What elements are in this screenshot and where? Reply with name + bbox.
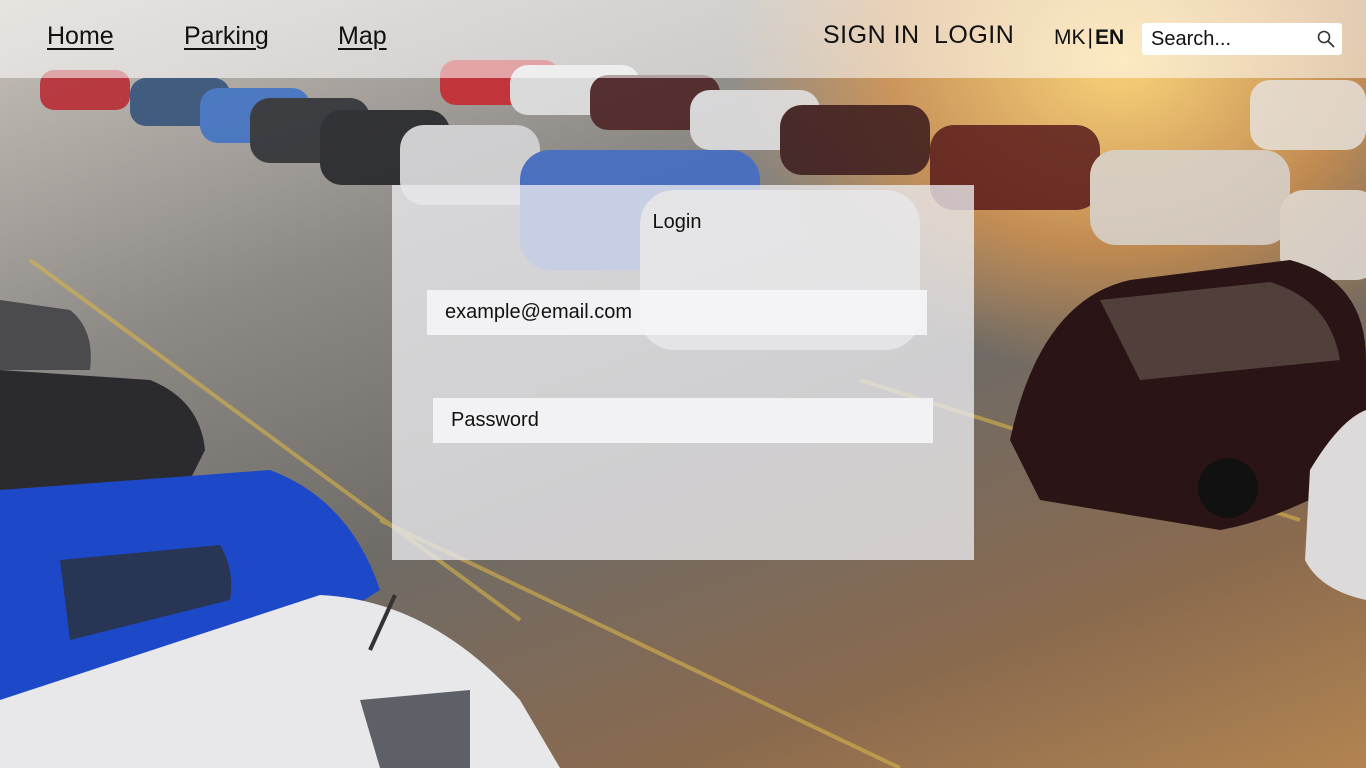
language-option-mk[interactable]: MK: [1054, 26, 1086, 49]
search-box: [1142, 23, 1342, 55]
language-option-en[interactable]: EN: [1095, 26, 1124, 49]
sign-in-link[interactable]: SIGN IN: [823, 21, 920, 50]
language-separator: |: [1087, 26, 1093, 49]
nav-link-parking[interactable]: Parking: [184, 22, 269, 51]
top-navigation-bar: Home Parking Map SIGN IN LOGIN MK|EN: [0, 0, 1366, 78]
search-icon[interactable]: [1316, 29, 1336, 49]
email-field[interactable]: [427, 290, 927, 335]
login-link[interactable]: LOGIN: [934, 21, 1014, 50]
login-panel: Login: [392, 185, 974, 560]
password-field[interactable]: [433, 398, 933, 443]
nav-link-home[interactable]: Home: [47, 22, 114, 51]
nav-link-map[interactable]: Map: [338, 22, 387, 51]
search-input[interactable]: [1142, 23, 1307, 55]
login-title: Login: [652, 211, 702, 233]
language-switcher: MK|EN: [1054, 26, 1124, 50]
